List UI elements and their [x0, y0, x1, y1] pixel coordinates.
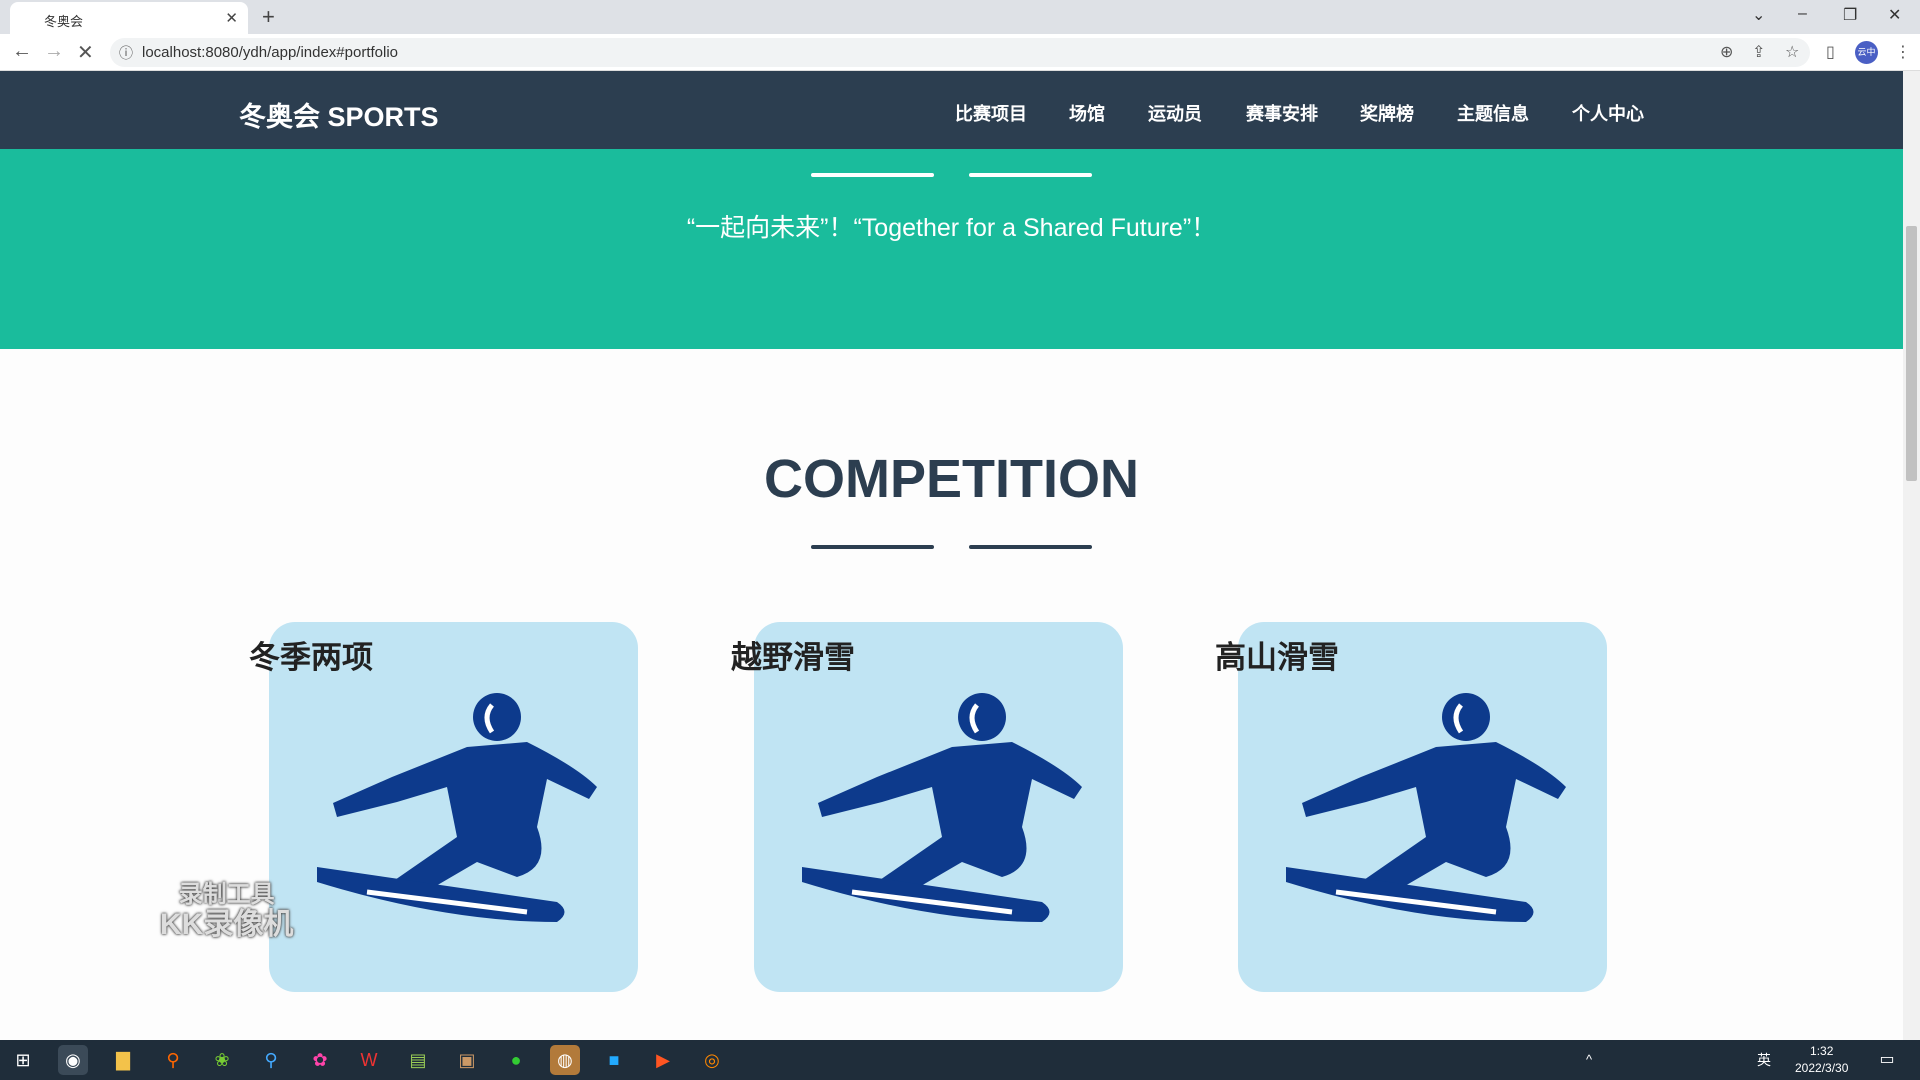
search-app-icon[interactable]: ⚲	[158, 1045, 188, 1075]
divider-line	[969, 545, 1092, 549]
browser-tab-bar: 冬奥会 ✕ + ⌄ – ❐ ✕	[0, 0, 1920, 34]
section-title: COMPETITION	[764, 449, 1139, 509]
clock-date: 2022/3/30	[1795, 1061, 1849, 1075]
ime-indicator[interactable]: 英	[1753, 1045, 1775, 1075]
nav-item-schedule[interactable]: 赛事安排	[1246, 100, 1318, 126]
tray-chevron-icon[interactable]: ^	[1580, 1045, 1598, 1075]
snowboard-athlete-icon	[782, 687, 1102, 927]
share-icon[interactable]: ⇪	[1752, 42, 1765, 62]
snowboard-athlete-icon	[297, 687, 617, 927]
watermark-line2: KK录像机	[160, 908, 294, 941]
hero-quote: “一起向未来”！“Together for a Shared Future”！	[686, 214, 1217, 242]
notification-icon[interactable]: ▭	[1872, 1045, 1902, 1075]
clock-time: 1:32	[1810, 1044, 1834, 1058]
nav-item-medals[interactable]: 奖牌榜	[1360, 100, 1414, 126]
browser-app-icon[interactable]: ⚲	[256, 1045, 286, 1075]
page-scrollbar[interactable]	[1903, 71, 1920, 1040]
scrollbar-thumb[interactable]	[1906, 226, 1917, 481]
recorder-watermark: 录制工具 KK录像机	[160, 880, 293, 940]
competition-card[interactable]	[1238, 622, 1607, 992]
url-text: localhost:8080/ydh/app/index#portfolio	[142, 44, 399, 61]
bookmark-star-icon[interactable]: ☆	[1785, 42, 1799, 62]
nav-item-events[interactable]: 比赛项目	[955, 100, 1027, 126]
brand-logo[interactable]: 冬奥会 SPORTS	[239, 95, 439, 134]
menu-dots-icon[interactable]: ⋮	[1895, 42, 1911, 62]
close-window-button[interactable]: ✕	[1888, 5, 1901, 25]
snowboard-athlete-icon	[1266, 687, 1586, 927]
nav-item-athletes[interactable]: 运动员	[1148, 100, 1202, 126]
app-icon[interactable]: ✿	[305, 1045, 335, 1075]
zoom-icon[interactable]: ⊕	[1720, 42, 1733, 62]
watermark-line1: 录制工具	[178, 881, 275, 908]
taskbar: ⊞ ◉ ▇ ⚲ ❀ ⚲ ✿ W ▤ ▣ ● ◍ ■ ▶ ◎ ^ 英 1:32 20…	[0, 1040, 1920, 1080]
wps-icon[interactable]: W	[354, 1045, 384, 1075]
address-bar-row: ← → ✕ ⓘ localhost:8080/ydh/app/index#port…	[0, 34, 1920, 71]
app-icon[interactable]: ▶	[648, 1045, 678, 1075]
nav-item-venues[interactable]: 场馆	[1069, 100, 1105, 126]
browser-tab[interactable]: 冬奥会 ✕	[10, 2, 248, 34]
divider-line	[811, 173, 934, 177]
divider-line	[811, 545, 934, 549]
notepad-icon[interactable]: ▤	[403, 1045, 433, 1075]
competition-card[interactable]	[754, 622, 1123, 992]
minimize-button[interactable]: –	[1798, 5, 1807, 23]
recorder-app-icon[interactable]: ◍	[550, 1045, 580, 1075]
app-icon[interactable]: ■	[599, 1045, 629, 1075]
nav-item-topics[interactable]: 主题信息	[1457, 100, 1529, 126]
app-icon[interactable]: ◎	[697, 1045, 727, 1075]
maximize-button[interactable]: ❐	[1843, 5, 1857, 25]
site-navbar: 冬奥会 SPORTS 比赛项目 场馆 运动员 赛事安排 奖牌榜 主题信息 个人中…	[0, 71, 1903, 149]
site-info-icon[interactable]: ⓘ	[119, 43, 133, 63]
new-tab-button[interactable]: +	[262, 4, 275, 30]
app-icon[interactable]: ▣	[452, 1045, 482, 1075]
forward-icon[interactable]: →	[44, 40, 64, 63]
stop-loading-icon[interactable]: ✕	[77, 40, 94, 65]
competition-card[interactable]	[269, 622, 638, 992]
file-explorer-icon[interactable]: ▇	[108, 1045, 138, 1075]
close-tab-icon[interactable]: ✕	[225, 9, 238, 27]
side-panel-icon[interactable]: ▯	[1826, 42, 1835, 62]
divider-line	[969, 173, 1092, 177]
system-clock[interactable]: 1:32 2022/3/30	[1795, 1043, 1848, 1077]
wechat-icon[interactable]: ●	[501, 1045, 531, 1075]
chrome-icon[interactable]: ◉	[58, 1045, 88, 1075]
card-title: 冬季两项	[249, 640, 373, 675]
tab-search-icon[interactable]: ⌄	[1752, 5, 1765, 25]
profile-avatar[interactable]: 云中	[1855, 41, 1878, 64]
back-icon[interactable]: ←	[12, 40, 32, 63]
app-icon[interactable]: ❀	[207, 1045, 237, 1075]
url-input[interactable]: ⓘ localhost:8080/ydh/app/index#portfolio	[110, 38, 1810, 67]
hero-banner: “一起向未来”！“Together for a Shared Future”！	[0, 149, 1903, 349]
card-title: 越野滑雪	[731, 640, 855, 675]
tab-title: 冬奥会	[44, 14, 84, 29]
card-title: 高山滑雪	[1215, 640, 1339, 675]
windows-start-icon[interactable]: ⊞	[8, 1045, 38, 1075]
nav-item-profile[interactable]: 个人中心	[1572, 100, 1644, 126]
